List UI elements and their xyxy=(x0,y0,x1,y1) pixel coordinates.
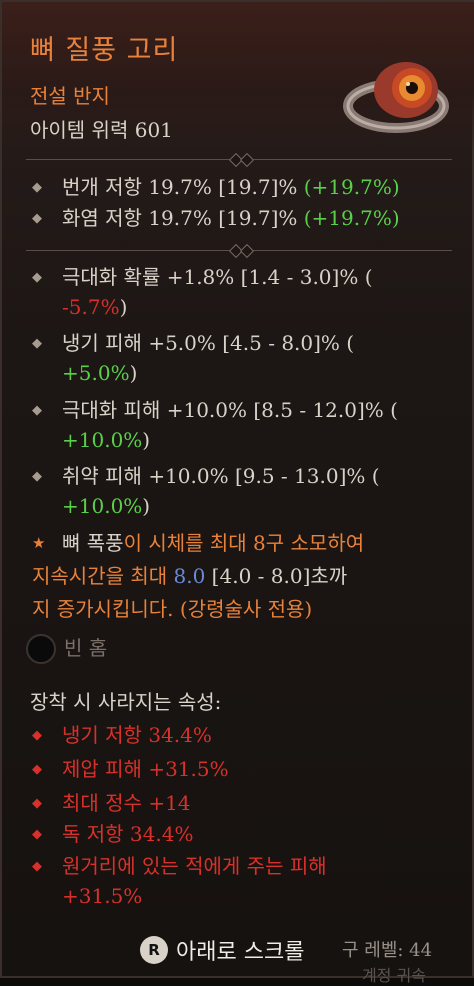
item-name: 뼈 질풍 고리 xyxy=(30,35,179,66)
scroll-down-label: 아래로 스크롤 xyxy=(176,940,305,965)
divider xyxy=(26,152,452,168)
aspect-skill: 뼈 폭풍 xyxy=(62,531,124,555)
diamond-bullet-icon: ◆ xyxy=(32,336,42,351)
lost-affix-text: 독 저항 34.4% xyxy=(62,822,194,846)
diamond-bullet-icon: ◆ xyxy=(32,827,42,842)
diamond-bullet-icon: ◆ xyxy=(32,403,42,418)
diamond-bullet-icon: ◆ xyxy=(32,211,42,226)
star-icon: ★ xyxy=(32,534,46,552)
stat-range: [19.7]% xyxy=(218,175,298,199)
diamond-bullet-icon: ◆ xyxy=(32,270,42,285)
stat-label: 화염 저항 xyxy=(62,206,142,230)
socket-label: 빈 홈 xyxy=(64,636,108,660)
affix-diff: +5.0% xyxy=(62,361,130,385)
diamond-bullet-icon: ◆ xyxy=(32,762,42,777)
aspect-text: 지속시간을 최대 xyxy=(32,564,174,588)
affix-diff: +10.0% xyxy=(62,494,143,518)
affix-tail: ) xyxy=(142,428,151,452)
aspect-text: 이 시체를 최대 8구 소모하여 xyxy=(123,531,365,555)
r-button-icon: R xyxy=(140,936,168,964)
lost-affix-text: 제압 피해 +31.5% xyxy=(62,757,229,781)
item-power: 아이템 위력 601 xyxy=(30,118,173,142)
affix-tail: ) xyxy=(129,361,138,385)
affix-tail: ) xyxy=(119,295,128,319)
ring-item-icon xyxy=(343,62,449,133)
aspect-text: 지 증가시킵니다. (강령술사 전용) xyxy=(32,597,313,621)
aspect-range: [4.0 - 8.0]초까 xyxy=(205,564,348,588)
diamond-bullet-icon: ◆ xyxy=(32,469,42,484)
diamond-bullet-icon: ◆ xyxy=(32,180,42,195)
lost-affix-text: 냉기 저항 34.4% xyxy=(62,723,212,747)
empty-socket-icon xyxy=(26,634,56,664)
divider xyxy=(26,243,452,259)
affix-diff: -5.7% xyxy=(62,295,120,319)
diamond-bullet-icon: ◆ xyxy=(32,859,42,874)
stat-diff: (+19.7%) xyxy=(303,206,400,230)
stat-range: [19.7]% xyxy=(218,206,298,230)
item-tooltip-panel: 뼈 질풍 고리 전설 반지 아이템 위력 601 ◆ 번개 저항 19.7% [… xyxy=(0,0,474,985)
lost-affix-text: +31.5% xyxy=(62,884,143,908)
scroll-down-button[interactable]: R 아래로 스크롤 xyxy=(140,932,474,972)
aspect-value: 8.0 xyxy=(173,564,206,588)
affix-diff: +10.0% xyxy=(62,428,143,452)
diamond-bullet-icon: ◆ xyxy=(32,796,42,811)
item-rarity: 전설 반지 xyxy=(30,84,110,108)
affix-tail: ) xyxy=(142,494,151,518)
stat-diff: (+19.7%) xyxy=(303,175,400,199)
lost-section-title: 장착 시 사라지는 속성: xyxy=(30,690,222,714)
lost-affix-text: 최대 정수 +14 xyxy=(62,791,191,815)
stat-value: 19.7% xyxy=(148,175,212,199)
stat-value: 19.7% xyxy=(148,206,212,230)
stat-label: 번개 저항 xyxy=(62,175,142,199)
diamond-bullet-icon: ◆ xyxy=(32,728,42,743)
